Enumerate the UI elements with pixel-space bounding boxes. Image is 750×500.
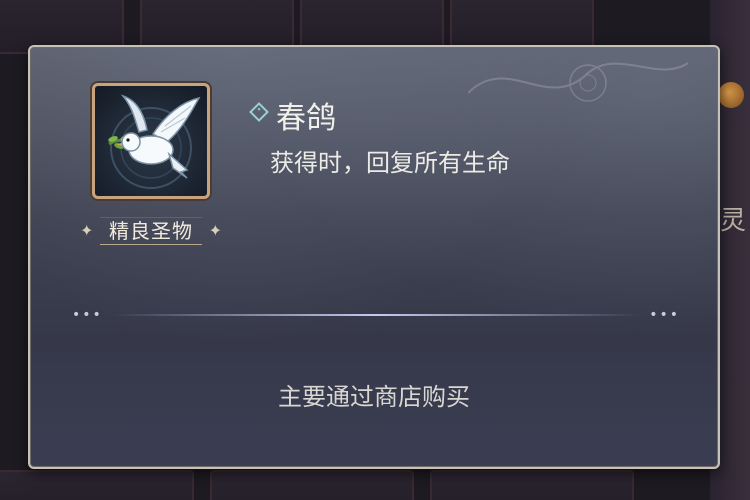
background-tile (0, 470, 194, 500)
ornament-left-icon: ✦ (80, 221, 94, 240)
item-detail-popup: ✦ 精良圣物 ✦ 春鸽 获得时，回复所有生命 ••• ••• 主要通过商店购买 (28, 45, 720, 469)
rarity-text: 精良圣物 (100, 217, 202, 245)
panel-ornament (468, 62, 688, 102)
acquisition-source: 主要通过商店购买 (278, 383, 470, 411)
divider-dots-left-icon: ••• (72, 307, 103, 323)
item-effect-description: 获得时，回复所有生命 (270, 149, 510, 177)
rarity-label: ✦ 精良圣物 ✦ (80, 213, 222, 247)
item-icon-frame[interactable] (92, 83, 210, 199)
game-screen: 灵 ✦ 精良圣物 ✦ 春鸽 获得时，回复所有生命 ••• ••• 主要通过商店购… (0, 0, 750, 500)
diamond-marker-icon (249, 102, 269, 122)
dove-icon (108, 94, 201, 189)
side-panel-label: 灵 (719, 206, 746, 236)
ornament-right-icon: ✦ (208, 221, 222, 240)
divider-dots-right-icon: ••• (649, 307, 680, 323)
currency-icon (718, 82, 744, 108)
section-divider: ••• ••• (72, 307, 680, 323)
item-name: 春鸽 (276, 101, 336, 136)
divider-line (112, 314, 640, 316)
background-tile (210, 470, 414, 500)
background-tile (430, 470, 634, 500)
